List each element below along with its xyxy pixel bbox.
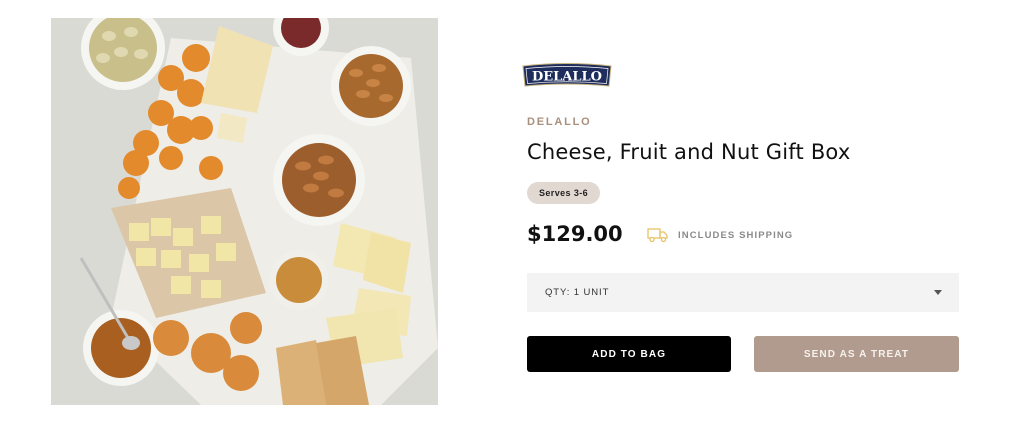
truck-icon	[647, 227, 669, 243]
serves-badge: Serves 3-6	[527, 182, 601, 204]
product-title: Cheese, Fruit and Nut Gift Box	[527, 140, 851, 164]
send-as-treat-button[interactable]: SEND AS A TREAT	[754, 336, 959, 372]
caret-down-icon	[934, 290, 942, 295]
quantity-selected-value: QTY: 1 UNIT	[545, 287, 610, 298]
price: $129.00	[527, 222, 623, 246]
product-details: DELALLO DELALLO Cheese, Fruit and Nut Gi…	[522, 0, 959, 431]
add-to-bag-button[interactable]: ADD TO BAG	[527, 336, 731, 372]
delallo-logo[interactable]: DELALLO	[521, 62, 613, 90]
brand-name[interactable]: DELALLO	[527, 116, 592, 128]
product-image[interactable]	[51, 18, 438, 405]
logo-text: DELALLO	[532, 70, 602, 85]
quantity-select[interactable]: QTY: 1 UNIT	[527, 273, 959, 312]
shipping-note: INCLUDES SHIPPING	[678, 230, 794, 241]
product-photo	[51, 18, 438, 405]
